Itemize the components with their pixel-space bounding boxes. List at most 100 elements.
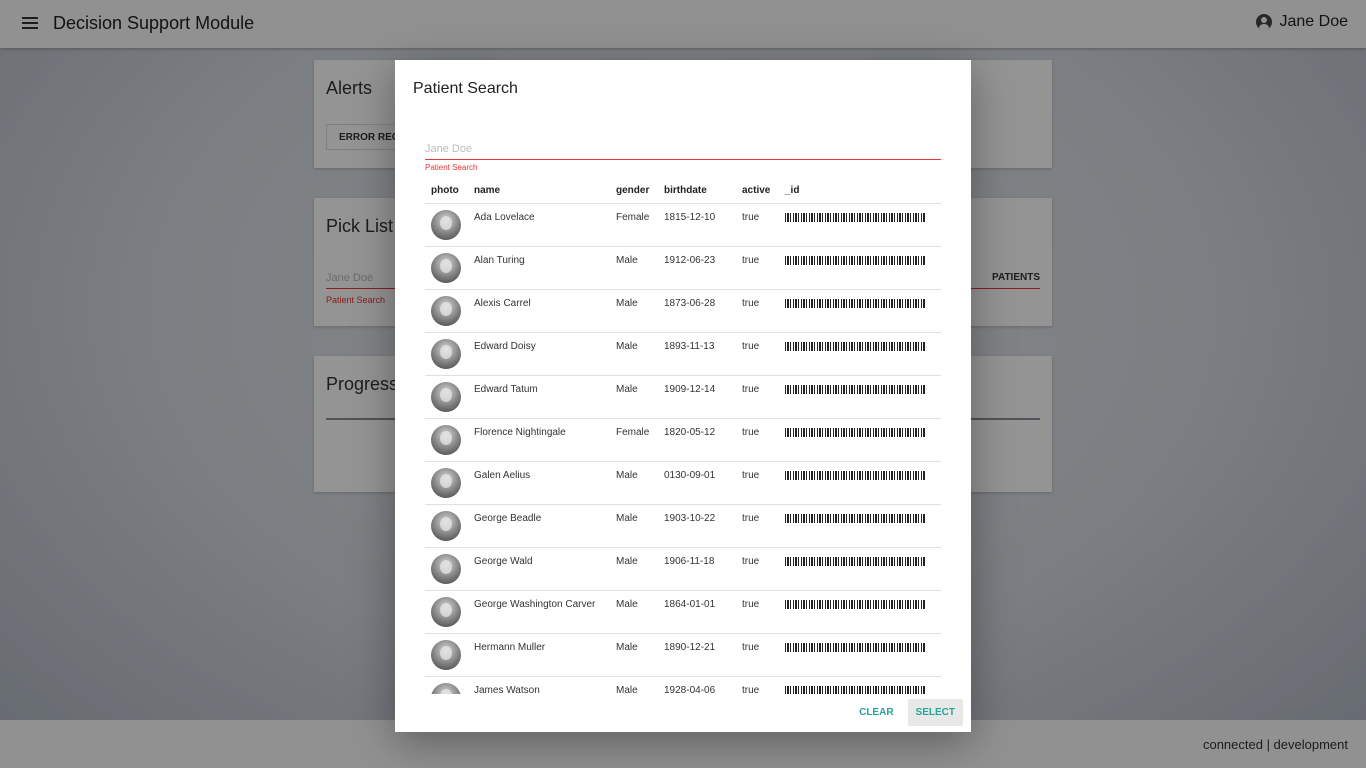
- table-row[interactable]: Hermann Muller Male 1890-12-21 true: [425, 633, 941, 677]
- barcode-id: [785, 212, 925, 222]
- barcode-id: [785, 255, 925, 265]
- column-header-photo[interactable]: photo: [425, 178, 468, 204]
- patient-id-barcode: [779, 203, 941, 247]
- patient-name: Edward Doisy: [468, 332, 610, 376]
- barcode-id: [785, 599, 925, 609]
- patient-avatar: [431, 209, 461, 240]
- patient-gender: Male: [610, 461, 658, 505]
- barcode-id: [785, 384, 925, 394]
- patient-active: true: [736, 547, 779, 591]
- table-row[interactable]: Alexis Carrel Male 1873-06-28 true: [425, 289, 941, 333]
- clear-button[interactable]: CLEAR: [851, 699, 901, 726]
- table-row[interactable]: Alan Turing Male 1912-06-23 true: [425, 246, 941, 290]
- patient-birthdate: 1864-01-01: [658, 590, 736, 634]
- patient-birthdate: 1903-10-22: [658, 504, 736, 548]
- patient-photo: [425, 676, 468, 694]
- patient-avatar: [431, 510, 461, 541]
- patient-gender: Male: [610, 504, 658, 548]
- table-row[interactable]: Florence Nightingale Female 1820-05-12 true: [425, 418, 941, 462]
- patient-name: Hermann Muller: [468, 633, 610, 677]
- column-header-gender[interactable]: gender: [610, 178, 658, 204]
- barcode-id: [785, 341, 925, 351]
- patient-birthdate: 1890-12-21: [658, 633, 736, 677]
- barcode-id: [785, 513, 925, 523]
- patient-photo: [425, 332, 468, 376]
- table-row[interactable]: Edward Tatum Male 1909-12-14 true: [425, 375, 941, 419]
- table-row[interactable]: George Beadle Male 1903-10-22 true: [425, 504, 941, 548]
- patient-photo: [425, 461, 468, 505]
- patient-avatar: [431, 467, 461, 498]
- table-row[interactable]: George Wald Male 1906-11-18 true: [425, 547, 941, 591]
- patient-photo: [425, 246, 468, 290]
- patient-name: Ada Lovelace: [468, 203, 610, 247]
- patient-photo: [425, 547, 468, 591]
- patient-active: true: [736, 289, 779, 333]
- patient-name: Galen Aelius: [468, 461, 610, 505]
- patient-active: true: [736, 332, 779, 376]
- table-row[interactable]: Galen Aelius Male 0130-09-01 true: [425, 461, 941, 505]
- patient-id-barcode: [779, 418, 941, 462]
- table-row[interactable]: Edward Doisy Male 1893-11-13 true: [425, 332, 941, 376]
- patient-avatar: [431, 295, 461, 326]
- patient-gender: Male: [610, 246, 658, 290]
- select-button[interactable]: SELECT: [907, 699, 963, 726]
- patient-avatar: [431, 596, 461, 627]
- patient-id-barcode: [779, 504, 941, 548]
- patient-table-body: Ada Lovelace Female 1815-12-10 true Alan Tur…: [425, 203, 941, 694]
- patient-gender: Female: [610, 203, 658, 247]
- patient-active: true: [736, 676, 779, 694]
- barcode-id: [785, 298, 925, 308]
- patient-table-container[interactable]: photo name gender birthdate active _id A…: [425, 178, 941, 694]
- column-header-active[interactable]: active: [736, 178, 779, 204]
- patient-active: true: [736, 203, 779, 247]
- patient-gender: Female: [610, 418, 658, 462]
- table-header-row: photo name gender birthdate active _id: [425, 178, 941, 204]
- patient-active: true: [736, 633, 779, 677]
- column-header-name[interactable]: name: [468, 178, 610, 204]
- patient-active: true: [736, 375, 779, 419]
- patient-gender: Male: [610, 590, 658, 634]
- patient-name: George Beadle: [468, 504, 610, 548]
- patient-name: James Watson: [468, 676, 610, 694]
- patient-active: true: [736, 418, 779, 462]
- barcode-id: [785, 427, 925, 437]
- patient-gender: Male: [610, 633, 658, 677]
- patient-id-barcode: [779, 676, 941, 694]
- column-header-birthdate[interactable]: birthdate: [658, 178, 736, 204]
- patient-search-input[interactable]: [425, 138, 941, 160]
- table-row[interactable]: James Watson Male 1928-04-06 true: [425, 676, 941, 694]
- patient-id-barcode: [779, 547, 941, 591]
- patient-birthdate: 0130-09-01: [658, 461, 736, 505]
- barcode-id: [785, 470, 925, 480]
- patient-gender: Male: [610, 332, 658, 376]
- patient-avatar: [431, 639, 461, 670]
- patient-gender: Male: [610, 547, 658, 591]
- patient-avatar: [431, 252, 461, 283]
- barcode-id: [785, 556, 925, 566]
- patient-birthdate: 1820-05-12: [658, 418, 736, 462]
- patient-photo: [425, 203, 468, 247]
- patient-name: George Washington Carver: [468, 590, 610, 634]
- patient-name: Florence Nightingale: [468, 418, 610, 462]
- patient-active: true: [736, 461, 779, 505]
- patient-id-barcode: [779, 633, 941, 677]
- patient-avatar: [431, 338, 461, 369]
- table-row[interactable]: Ada Lovelace Female 1815-12-10 true: [425, 203, 941, 247]
- barcode-id: [785, 685, 925, 694]
- patient-avatar: [431, 553, 461, 584]
- patient-search-dialog: Patient Search Patient Search photo name…: [395, 60, 971, 732]
- patient-id-barcode: [779, 289, 941, 333]
- patient-name: Alexis Carrel: [468, 289, 610, 333]
- patient-name: Alan Turing: [468, 246, 610, 290]
- patient-avatar: [431, 381, 461, 412]
- table-row[interactable]: George Washington Carver Male 1864-01-01 tr…: [425, 590, 941, 634]
- patient-id-barcode: [779, 246, 941, 290]
- patient-table: photo name gender birthdate active _id A…: [425, 178, 941, 694]
- patient-birthdate: 1928-04-06: [658, 676, 736, 694]
- dialog-title: Patient Search: [413, 80, 518, 97]
- patient-avatar: [431, 424, 461, 455]
- column-header-id[interactable]: _id: [779, 178, 941, 204]
- patient-photo: [425, 633, 468, 677]
- patient-id-barcode: [779, 332, 941, 376]
- dialog-actions: CLEAR SELECT: [851, 699, 963, 726]
